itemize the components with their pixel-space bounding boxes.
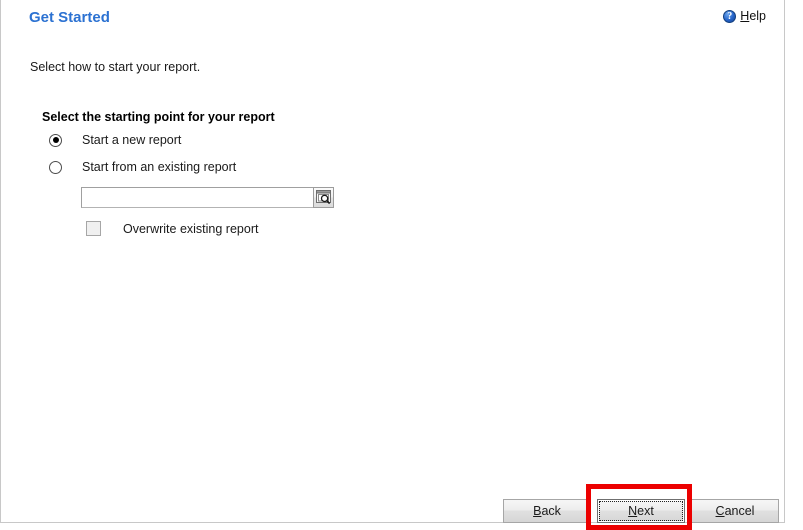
next-button[interactable]: Next [597,499,685,523]
help-circle-icon [723,9,737,23]
help-link-label: Help [740,9,766,23]
search-browse-icon [316,190,331,205]
back-label-rest: ack [541,504,561,518]
overwrite-existing-report-row[interactable]: Overwrite existing report [86,221,258,236]
next-accel-letter: N [628,504,638,518]
existing-report-picker [81,187,334,208]
existing-report-input[interactable] [81,187,314,208]
radio-start-existing-report-label: Start from an existing report [82,160,237,174]
group-heading: Select the starting point for your repor… [42,110,275,124]
overwrite-existing-report-label: Overwrite existing report [123,221,259,236]
wizard-page-body: Get Started Help Select how to start you… [1,0,784,523]
help-accel-letter: H [740,9,750,23]
cancel-button[interactable]: Cancel [691,499,779,523]
help-label-rest: elp [749,9,766,23]
back-button[interactable]: Back [503,499,591,523]
radio-mark-selected-icon[interactable] [49,133,62,147]
overwrite-existing-report-checkbox[interactable] [86,221,101,236]
browse-report-button[interactable] [313,187,334,208]
radio-start-new-report-label: Start a new report [82,133,182,147]
page-title: Get Started [29,9,110,26]
next-label-rest: ext [637,504,654,518]
radio-start-new-report[interactable]: Start a new report [49,133,181,147]
instruction-text: Select how to start your report. [30,60,201,74]
radio-mark-unselected-icon[interactable] [49,160,62,174]
radio-start-existing-report[interactable]: Start from an existing report [49,160,236,174]
wizard-panel: Get Started Help Select how to start you… [0,0,785,523]
cancel-label-rest: ancel [724,504,755,518]
help-link[interactable]: Help [723,9,766,23]
cancel-accel-letter: C [715,504,725,518]
